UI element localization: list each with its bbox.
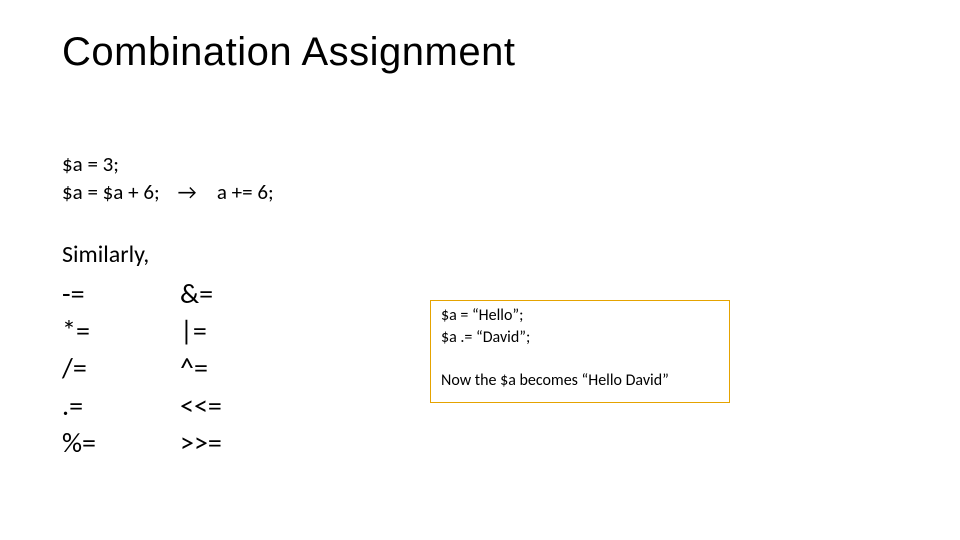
- op-item: &=: [180, 275, 222, 312]
- slide-title: Combination Assignment: [62, 30, 515, 75]
- op-item: /=: [62, 349, 96, 386]
- spacer: [441, 350, 719, 370]
- operators-column-1: -= *= /= .= %=: [62, 275, 96, 461]
- intro-line-1: $a = 3;: [62, 150, 274, 178]
- example-result: Now the $a becomes “Hello David”: [441, 370, 719, 392]
- intro-block: $a = 3; $a = $a + 6; → a += 6;: [62, 150, 274, 207]
- op-item: |=: [180, 312, 222, 349]
- example-line-2: $a .= “David”;: [441, 327, 719, 349]
- arrow-right-icon: →: [178, 178, 197, 206]
- op-item: -=: [62, 275, 96, 312]
- example-box: $a = “Hello”; $a .= “David”; Now the $a …: [430, 300, 730, 403]
- op-item: *=: [62, 312, 96, 349]
- example-line-1: $a = “Hello”;: [441, 305, 719, 327]
- op-item: >>=: [180, 424, 222, 461]
- slide: Combination Assignment $a = 3; $a = $a +…: [0, 0, 960, 540]
- intro-line-2: $a = $a + 6; → a += 6;: [62, 178, 274, 206]
- op-item: <<=: [180, 387, 222, 424]
- operators-column-2: &= |= ^= <<= >>=: [180, 275, 222, 461]
- intro-line-2a: $a = $a + 6;: [62, 179, 160, 205]
- similarly-label: Similarly,: [62, 240, 149, 269]
- op-item: ^=: [180, 349, 222, 386]
- intro-line-2b: a += 6;: [217, 179, 274, 205]
- op-item: .=: [62, 387, 96, 424]
- op-item: %=: [62, 424, 96, 461]
